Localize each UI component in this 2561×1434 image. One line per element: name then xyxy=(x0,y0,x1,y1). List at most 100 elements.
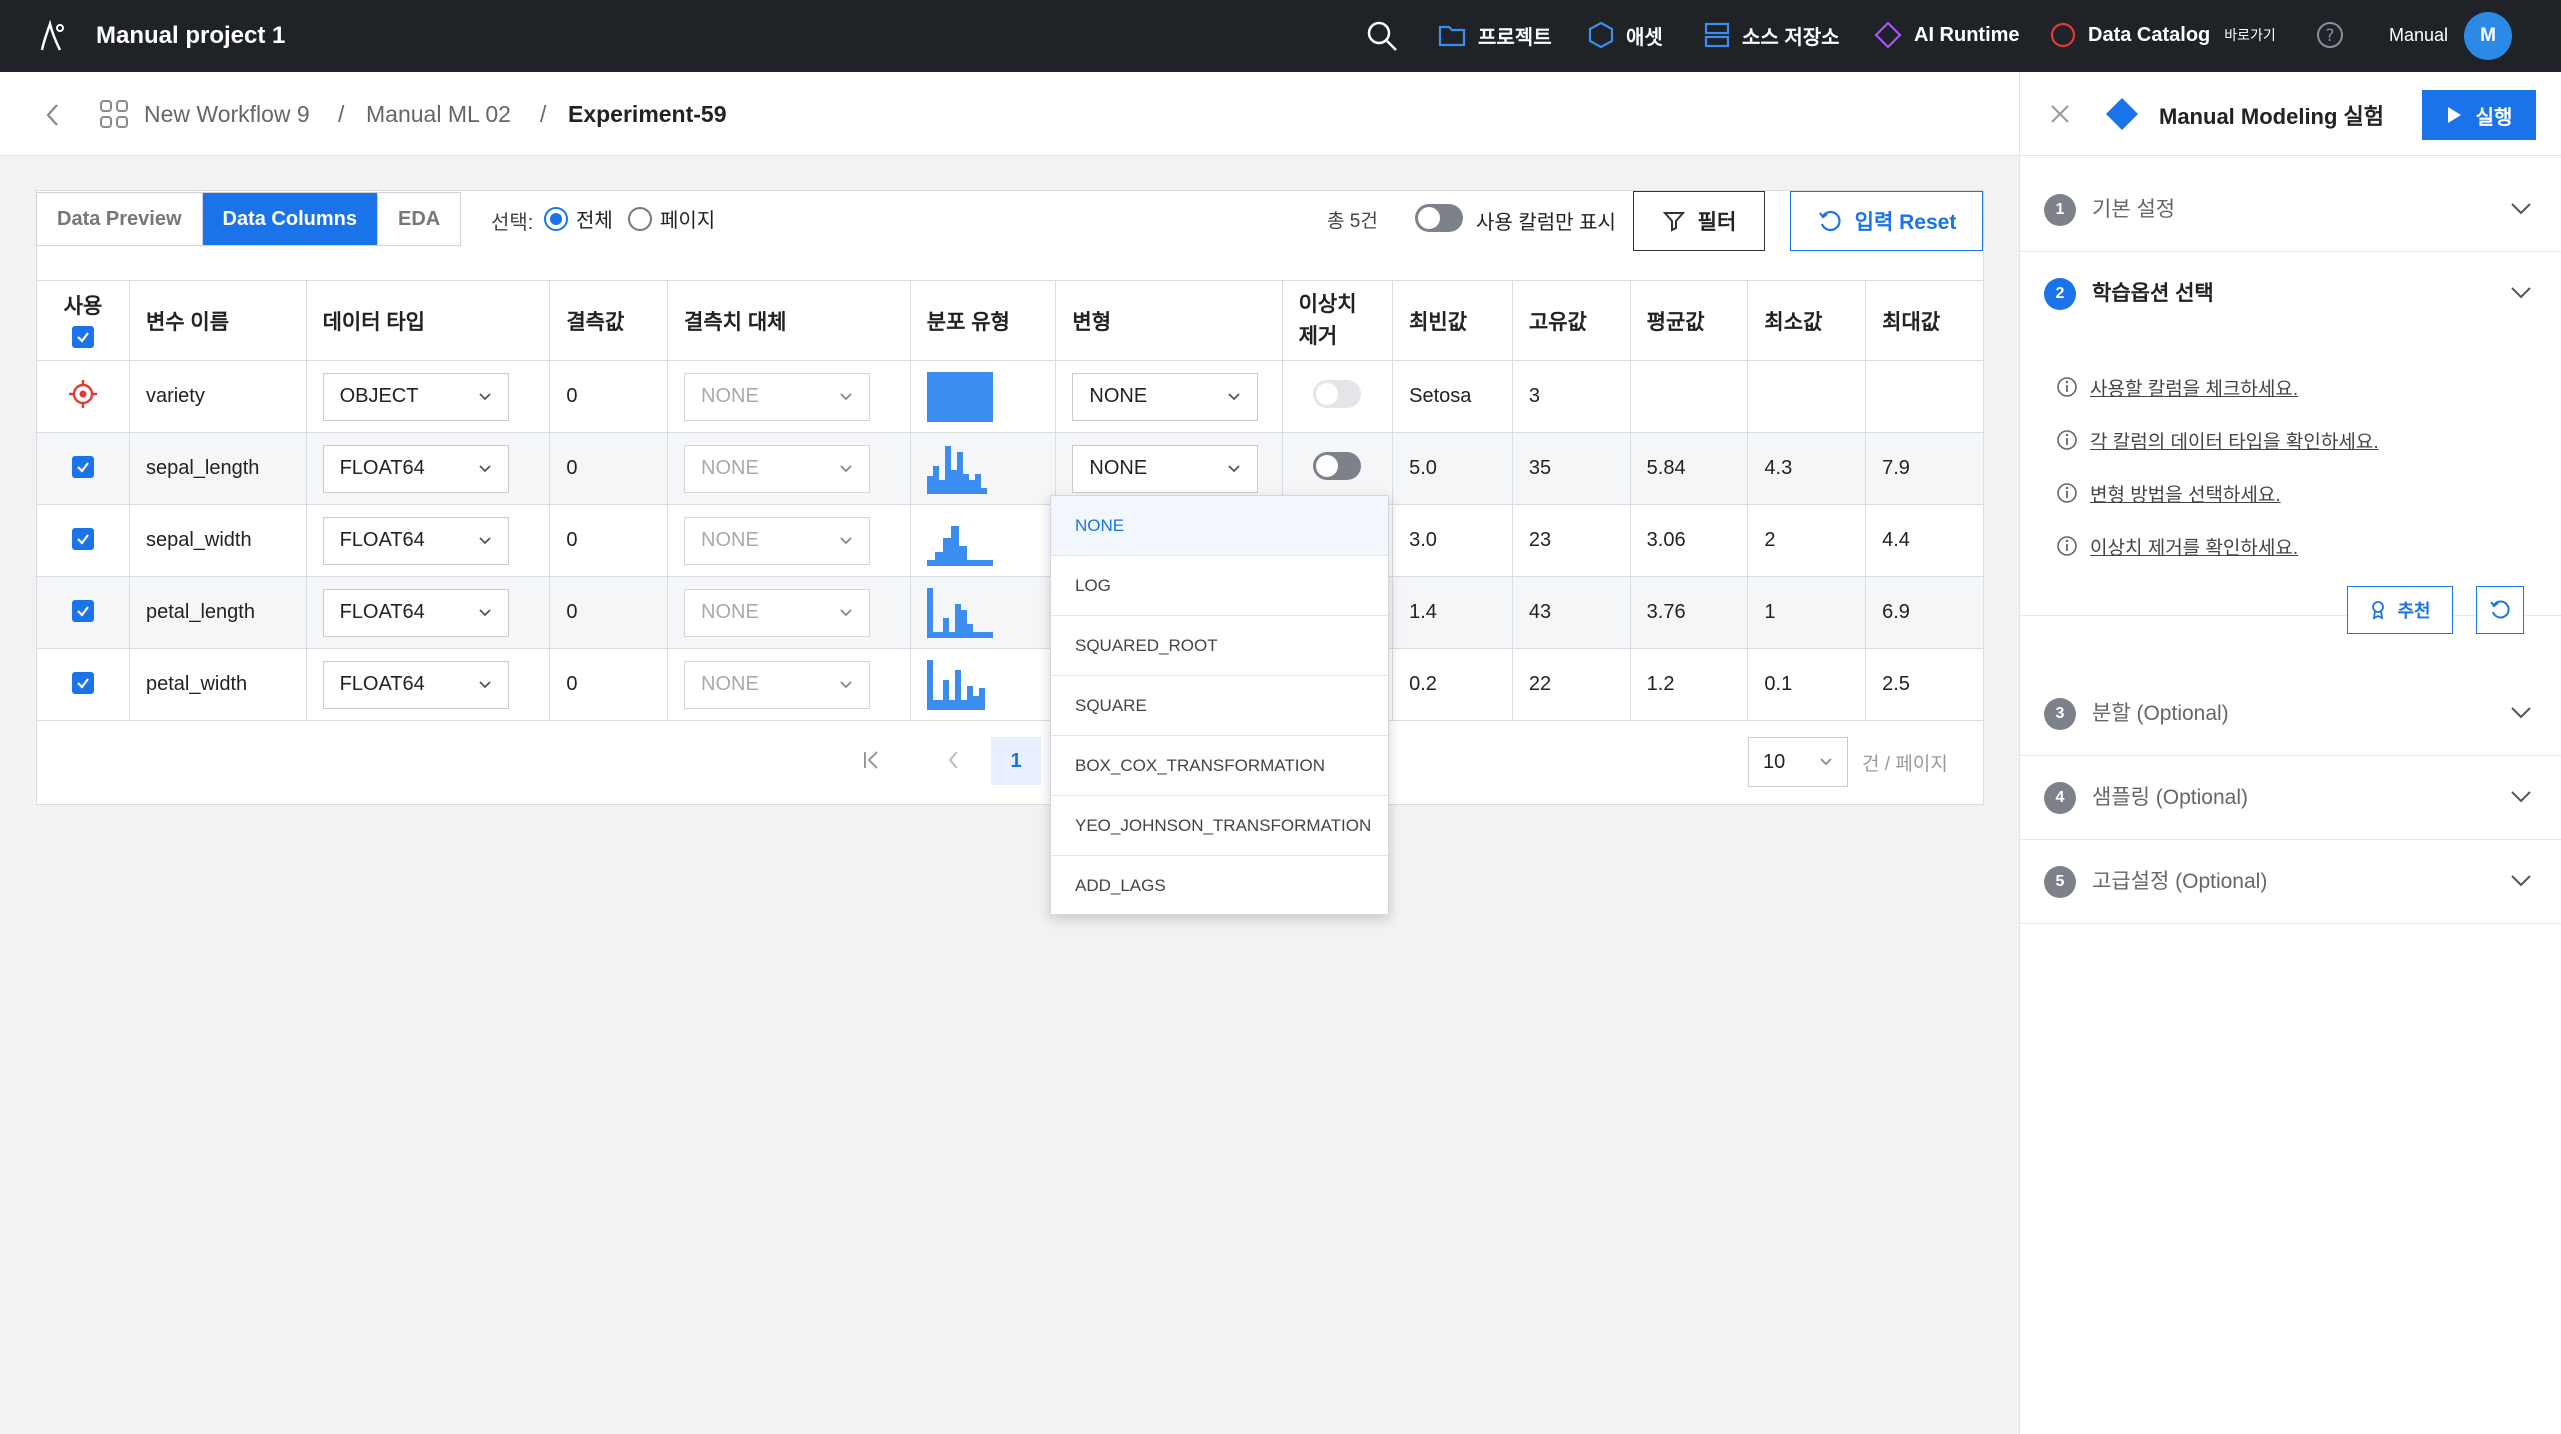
refresh-button[interactable] xyxy=(2476,586,2524,634)
cell-mode: 5.0 xyxy=(1392,432,1513,505)
project-title[interactable]: Manual project 1 xyxy=(96,22,285,50)
header-name: 변수 이름 xyxy=(128,280,307,361)
chevron-down-icon xyxy=(2511,791,2531,803)
used-only-label: 사용 칼럼만 표시 xyxy=(1476,212,1616,234)
reset-input-button[interactable]: 입력 Reset xyxy=(1790,191,1983,251)
transform-value: NONE xyxy=(1089,457,1148,479)
header-use-label: 사용 xyxy=(63,295,103,318)
select-all-checkbox[interactable] xyxy=(71,326,94,348)
total-count: 총 5건 xyxy=(1327,211,1378,232)
cell-mean: 3.76 xyxy=(1629,576,1749,649)
recommend-button[interactable]: 추천 xyxy=(2347,586,2453,634)
tab-eda[interactable]: EDA xyxy=(378,193,460,245)
dropdown-option-square[interactable]: SQUARE xyxy=(1051,676,1388,736)
select-label: 선택: xyxy=(491,212,534,234)
cell-dtype: FLOAT64 xyxy=(305,432,551,505)
target-icon[interactable] xyxy=(68,379,98,409)
step-title: 고급설정 (Optional) xyxy=(2092,870,2268,893)
check-icon xyxy=(77,606,89,617)
impute-select: NONE xyxy=(684,660,871,709)
section-training-options: 2 학습옵션 선택 사용할 칼럼을 체크하세요. 각 칼럼의 데이터 타입을 확… xyxy=(2020,252,2561,616)
page-size-select[interactable]: 10 xyxy=(1748,737,1848,787)
info-icon xyxy=(2057,430,2077,450)
section-basic-settings[interactable]: 1 기본 설정 xyxy=(2020,168,2561,252)
dropdown-option-box-cox[interactable]: BOX_COX_TRANSFORMATION xyxy=(1051,736,1388,796)
page-number-current[interactable]: 1 xyxy=(991,737,1041,785)
table-row: variety OBJECT 0 NONE NONE Setosa 3 xyxy=(36,360,1984,433)
use-checkbox[interactable] xyxy=(71,456,94,478)
filter-button[interactable]: 필터 xyxy=(1633,191,1765,251)
dropdown-option-yeo-johnson[interactable]: YEO_JOHNSON_TRANSFORMATION xyxy=(1051,796,1388,856)
radio-page-option[interactable]: 페이지 xyxy=(628,204,715,233)
diamond-icon xyxy=(1874,21,1902,49)
nav-projects[interactable]: 프로젝트 xyxy=(1438,20,1552,50)
back-chevron-icon[interactable] xyxy=(42,102,64,128)
used-only-toggle[interactable] xyxy=(1415,204,1463,232)
chevron-down-icon xyxy=(478,392,491,400)
tip-item[interactable]: 각 칼럼의 데이터 타입을 확인하세요. xyxy=(2056,425,2379,455)
transform-select[interactable]: NONE xyxy=(1072,372,1259,421)
use-cell xyxy=(36,648,130,721)
breadcrumb-model[interactable]: Manual ML 02 xyxy=(366,100,511,128)
dtype-select[interactable]: FLOAT64 xyxy=(322,516,509,565)
cell-missing: 0 xyxy=(549,360,669,433)
transform-select[interactable]: NONE xyxy=(1072,444,1259,493)
dtype-select[interactable]: FLOAT64 xyxy=(322,444,509,493)
outlier-toggle[interactable] xyxy=(1313,451,1362,480)
dropdown-option-none[interactable]: NONE xyxy=(1051,496,1388,556)
storage-icon xyxy=(1704,22,1730,48)
cell-max: 4.4 xyxy=(1865,504,1984,577)
right-panel: Manual Modeling 실험 실행 1 기본 설정 2 학습옵션 선택 … xyxy=(2019,72,2561,1434)
check-icon xyxy=(77,332,89,343)
dropdown-option-squared-root[interactable]: SQUARED_ROOT xyxy=(1051,616,1388,676)
impute-select: NONE xyxy=(684,372,871,421)
breadcrumb-workflow[interactable]: New Workflow 9 xyxy=(144,100,310,128)
close-icon[interactable] xyxy=(2048,102,2072,126)
table-row: petal_width FLOAT64 0 NONE 0.2 22 1.2 0.… xyxy=(36,648,1984,721)
run-button[interactable]: 실행 xyxy=(2422,90,2536,140)
dtype-select[interactable]: FLOAT64 xyxy=(322,588,509,637)
radio-all[interactable] xyxy=(544,206,568,231)
help-icon[interactable]: ? xyxy=(2316,21,2344,49)
info-icon xyxy=(2057,536,2077,556)
prev-page-icon[interactable] xyxy=(942,748,966,772)
nav-assets[interactable]: 애셋 xyxy=(1588,20,1663,50)
radio-page[interactable] xyxy=(628,206,652,231)
dtype-select[interactable]: FLOAT64 xyxy=(322,660,509,709)
search-icon[interactable] xyxy=(1366,20,1398,52)
cell-dist xyxy=(909,504,1057,577)
avatar[interactable]: M xyxy=(2464,12,2512,60)
nav-source-repo[interactable]: 소스 저장소 xyxy=(1704,20,1840,50)
cell-dtype: FLOAT64 xyxy=(305,504,551,577)
tip-item[interactable]: 이상치 제거를 확인하세요. xyxy=(2056,531,2298,561)
section-split[interactable]: 3 분할 (Optional) xyxy=(2020,672,2561,756)
radio-all-option[interactable]: 전체 xyxy=(544,204,613,233)
nav-assets-label: 애셋 xyxy=(1626,26,1663,49)
dropdown-option-log[interactable]: LOG xyxy=(1051,556,1388,616)
nav-ai-runtime[interactable]: AI Runtime xyxy=(1874,20,2020,50)
tip-item[interactable]: 사용할 칼럼을 체크하세요. xyxy=(2056,372,2298,402)
tab-data-columns[interactable]: Data Columns xyxy=(202,193,378,245)
cell-missing: 0 xyxy=(549,504,669,577)
first-page-icon[interactable] xyxy=(860,748,884,772)
use-checkbox[interactable] xyxy=(71,600,94,622)
use-checkbox[interactable] xyxy=(71,528,94,550)
dtype-select[interactable]: OBJECT xyxy=(322,372,509,421)
header-min: 최소값 xyxy=(1747,280,1867,361)
section-training-options-header[interactable]: 2 학습옵션 선택 xyxy=(2020,252,2561,336)
impute-value: NONE xyxy=(701,457,759,479)
folder-icon xyxy=(1438,25,1466,47)
tab-data-preview[interactable]: Data Preview xyxy=(37,193,203,245)
app-logo-icon[interactable] xyxy=(34,20,68,54)
dropdown-option-add-lags[interactable]: ADD_LAGS xyxy=(1051,856,1388,916)
nav-data-catalog[interactable]: Data Catalog 바로가기 xyxy=(2050,20,2276,50)
section-sampling[interactable]: 4 샘플링 (Optional) xyxy=(2020,756,2561,840)
check-icon xyxy=(77,534,89,545)
tip-item[interactable]: 변형 방법을 선택하세요. xyxy=(2056,478,2281,508)
step-number: 1 xyxy=(2044,194,2076,226)
header-max: 최대값 xyxy=(1865,280,1984,361)
section-advanced[interactable]: 5 고급설정 (Optional) xyxy=(2020,840,2561,924)
cell-impute: NONE xyxy=(667,360,911,433)
use-checkbox[interactable] xyxy=(71,672,94,694)
user-name[interactable]: Manual xyxy=(2389,25,2448,46)
